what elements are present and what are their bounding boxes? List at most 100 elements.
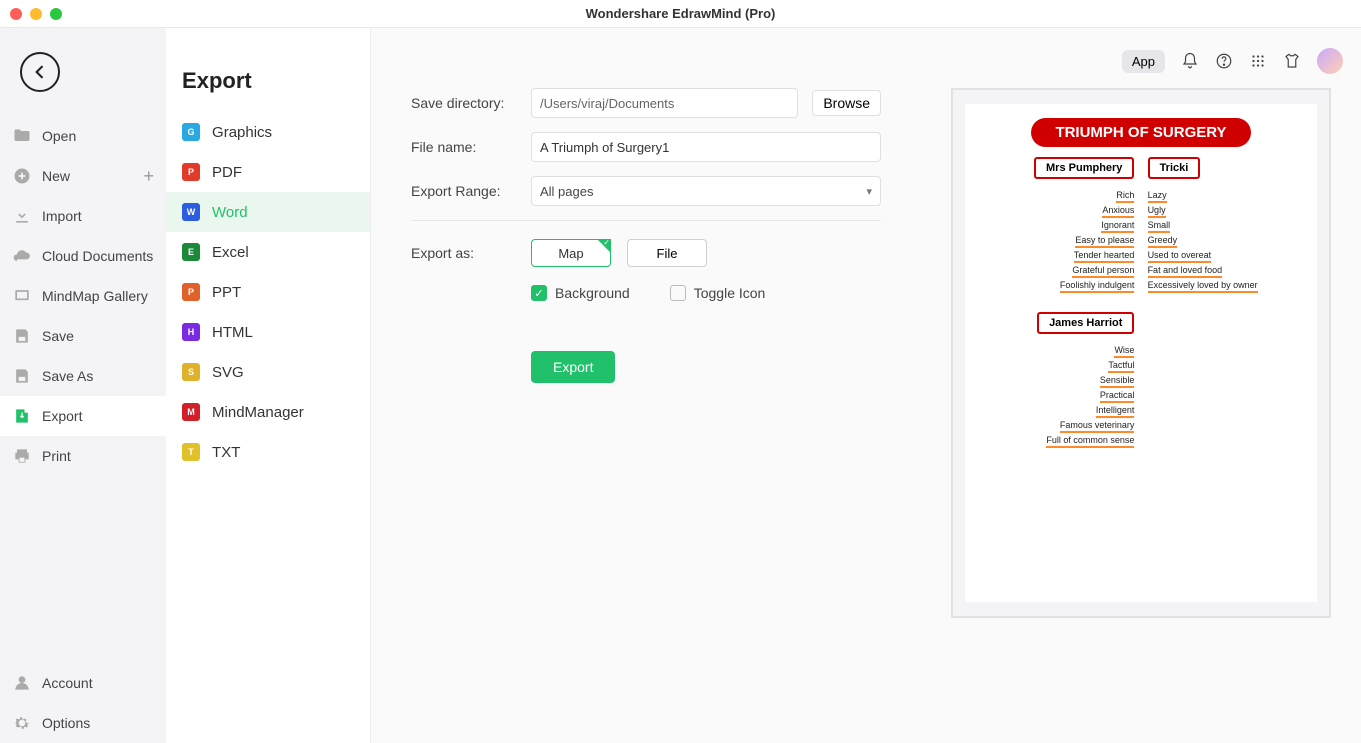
sidebar-item-new[interactable]: New + [0, 156, 166, 196]
toggle-icon-checkbox[interactable]: Toggle Icon [670, 285, 766, 301]
mindmap-leaf: Wise [1114, 344, 1134, 358]
sidebar-item-save[interactable]: Save [0, 316, 166, 356]
export-format-svg[interactable]: S SVG [166, 352, 370, 392]
mindmap-leaf: Full of common sense [1046, 434, 1134, 448]
export-heading: Export [166, 68, 370, 112]
sidebar-item-label: New [42, 168, 70, 184]
mindmap-leaf: Easy to please [1075, 234, 1134, 248]
sidebar-item-label: Export [42, 408, 82, 424]
mindmap-leaf: Rich [1116, 189, 1134, 203]
file-type-icon: P [182, 283, 200, 301]
sidebar-item-save-as[interactable]: Save As [0, 356, 166, 396]
sidebar-item-account[interactable]: Account [0, 663, 166, 703]
help-icon[interactable] [1215, 52, 1233, 70]
bell-icon[interactable] [1181, 52, 1199, 70]
export-format-label: PDF [212, 164, 242, 181]
browse-button[interactable]: Browse [812, 90, 881, 116]
plus-icon[interactable]: + [144, 166, 155, 187]
mindmap-leaf: Practical [1100, 389, 1135, 403]
mindmap-leaf: Tender hearted [1074, 249, 1135, 263]
export-format-sidebar: Export G Graphics P PDF WWordEExcel P PPT HHTML… [166, 28, 371, 743]
export-range-select[interactable]: All pages [531, 176, 881, 206]
sidebar-item-label: Import [42, 208, 82, 224]
sidebar-item-mindmap-gallery[interactable]: MindMap Gallery [0, 276, 166, 316]
file-type-icon: S [182, 363, 200, 381]
mindmap-node: Mrs Pumphery [1034, 157, 1134, 179]
cloud-icon [12, 246, 32, 266]
sidebar-item-options[interactable]: Options [0, 703, 166, 743]
save-directory-input[interactable]: /Users/viraj/Documents [531, 88, 798, 118]
export-format-html[interactable]: HHTML [166, 312, 370, 352]
mindmap-leaf: Ignorant [1101, 219, 1134, 233]
file-type-icon: M [182, 403, 200, 421]
export-form: Save directory: /Users/viraj/Documents B… [411, 88, 881, 723]
sidebar-item-label: MindMap Gallery [42, 288, 148, 304]
export-format-word[interactable]: WWord [166, 192, 370, 232]
export-format-label: TXT [212, 444, 240, 461]
export-as-map[interactable]: Map [531, 239, 611, 267]
sidebar-item-label: Options [42, 715, 90, 731]
preview-panel: TRIUMPH OF SURGERY Mrs Pumphery RichAnxi… [951, 88, 1331, 618]
export-format-label: Graphics [212, 124, 272, 141]
export-as-label: Export as: [411, 245, 531, 261]
mindmap-leaf: Foolishly indulgent [1060, 279, 1135, 293]
sidebar-item-label: Open [42, 128, 76, 144]
user-avatar[interactable] [1317, 48, 1343, 74]
sidebar-item-import[interactable]: Import [0, 196, 166, 236]
mindmap-leaf: Famous veterinary [1060, 419, 1135, 433]
export-icon [12, 406, 32, 426]
sidebar-item-label: Cloud Documents [42, 248, 153, 264]
gear-icon [12, 713, 32, 733]
sidebar-item-open[interactable]: Open [0, 116, 166, 156]
export-format-ppt[interactable]: P PPT [166, 272, 370, 312]
export-format-label: SVG [212, 364, 244, 381]
export-format-pdf[interactable]: P PDF [166, 152, 370, 192]
file-type-icon: E [182, 243, 200, 261]
export-format-excel[interactable]: EExcel [166, 232, 370, 272]
sidebar-item-print[interactable]: Print [0, 436, 166, 476]
apps-icon[interactable] [1249, 52, 1267, 70]
main-panel: App Save directory: /Users/viraj/Documen… [371, 28, 1361, 743]
mindmap-leaf: Small [1148, 219, 1171, 233]
top-right-toolbar: App [1122, 48, 1343, 74]
export-button[interactable]: Export [531, 351, 615, 383]
maximize-window[interactable] [50, 8, 62, 20]
printer-icon [12, 446, 32, 466]
file-type-icon: G [182, 123, 200, 141]
sidebar-item-label: Account [42, 675, 93, 691]
file-type-icon: W [182, 203, 200, 221]
minimize-window[interactable] [30, 8, 42, 20]
mindmap-leaf: Lazy [1148, 189, 1167, 203]
mindmap-leaf: Sensible [1100, 374, 1135, 388]
download-icon [12, 206, 32, 226]
save-directory-label: Save directory: [411, 95, 531, 111]
mindmap-leaf: Excessively loved by owner [1148, 279, 1258, 293]
export-format-label: HTML [212, 324, 253, 341]
mindmap-leaf: Grateful person [1072, 264, 1134, 278]
mindmap-node: Tricki [1148, 157, 1201, 179]
shirt-icon[interactable] [1283, 52, 1301, 70]
export-format-txt[interactable]: T TXT [166, 432, 370, 472]
file-name-label: File name: [411, 139, 531, 155]
export-format-mindmanager[interactable]: MMindManager [166, 392, 370, 432]
sidebar-item-cloud-documents[interactable]: Cloud Documents [0, 236, 166, 276]
close-window[interactable] [10, 8, 22, 20]
mindmap-leaf: Tactful [1108, 359, 1134, 373]
export-range-label: Export Range: [411, 183, 531, 199]
file-type-icon: T [182, 443, 200, 461]
file-type-icon: P [182, 163, 200, 181]
mindmap-leaf: Used to overeat [1148, 249, 1212, 263]
background-checkbox[interactable]: ✓Background [531, 285, 630, 301]
save-icon [12, 326, 32, 346]
save-as-icon [12, 366, 32, 386]
plus-circle-icon [12, 166, 32, 186]
export-format-label: PPT [212, 284, 241, 301]
folder-icon [12, 126, 32, 146]
file-name-input[interactable]: A Triumph of Surgery1 [531, 132, 881, 162]
back-button[interactable] [20, 52, 60, 92]
export-format-graphics[interactable]: G Graphics [166, 112, 370, 152]
app-button[interactable]: App [1122, 50, 1165, 73]
export-as-file[interactable]: File [627, 239, 707, 267]
titlebar: Wondershare EdrawMind (Pro) [0, 0, 1361, 28]
sidebar-item-export[interactable]: Export [0, 396, 166, 436]
